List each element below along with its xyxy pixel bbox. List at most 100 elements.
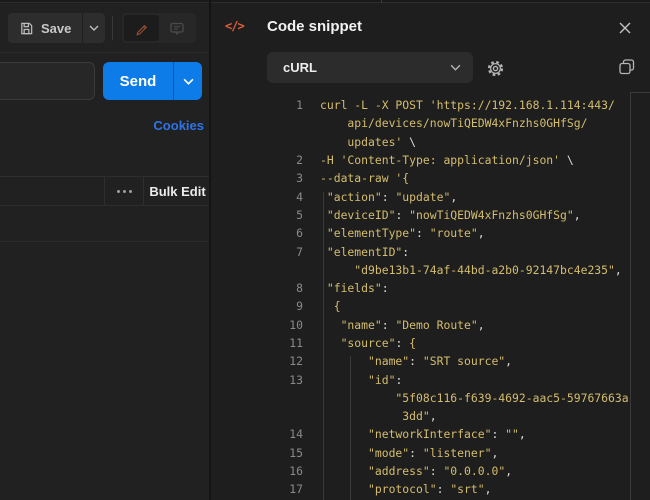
code-editor[interactable]: 1 curl -L -X POST 'https://192.168.1.114:… [211,96,650,500]
comment-icon [169,21,185,36]
code-row: 16 "address": "0.0.0.0", [211,462,650,480]
code-row: 5 "deviceID": "nowTiQEDW4xFnzhs0GHfSg", [211,206,650,224]
code-row: 7 "elementID": [211,242,650,260]
code-line: curl -L -X POST 'https://192.168.1.114:4… [320,98,615,112]
copy-icon [618,58,636,76]
gear-icon [486,59,505,78]
code-row: 10 "name": "Demo Route", [211,316,650,334]
panel-title: Code snippet [267,18,362,35]
line-number: 1 [211,98,303,112]
line-number: 16 [211,464,303,478]
request-panel: Save [0,4,210,500]
more-options-icon [123,190,126,193]
pencil-icon [134,21,149,36]
line-number: 15 [211,446,303,460]
line-number: 10 [211,318,303,332]
code-line: "source": { [320,336,416,350]
code-row: 8 "fields": [211,279,650,297]
indent-guide [323,192,324,500]
chevron-down-icon [450,64,461,71]
code-row: 2 -H 'Content-Type: application/json' \ [211,151,650,169]
code-row: 1 curl -L -X POST 'https://192.168.1.114:… [211,96,650,114]
code-row: 14 "networkInterface": "", [211,425,650,443]
line-number: 4 [211,190,303,204]
code-row: 17 "protocol": "srt", [211,480,650,498]
line-number: 6 [211,226,303,240]
comment-toggle-button[interactable] [159,15,194,41]
send-split-button: Send [103,62,202,100]
snippet-settings-button[interactable] [483,56,507,80]
window-top-strip [0,0,650,3]
edit-toggle-button[interactable] [124,15,159,41]
bulk-edit-button[interactable]: Bulk Edit [144,177,211,205]
code-line: "address": "0.0.0.0", [320,464,512,478]
code-line: "protocol": "srt", [320,482,491,496]
scrollbar-thumb-edge [630,92,650,93]
request-toolbar: Save [0,4,210,53]
code-row: 12 "name": "SRT source", [211,352,650,370]
code-line: "d9be13b1-74af-44bd-a2b0-92147bc4e235", [320,263,622,277]
indent-guide [350,356,351,500]
line-number: 3 [211,171,303,185]
url-input[interactable] [0,62,95,100]
code-row: 13 "id": [211,370,650,388]
save-button[interactable]: Save [8,13,82,43]
code-line: updates' \ [320,135,416,149]
save-dropdown-button[interactable] [82,13,105,43]
send-button[interactable]: Send [103,62,173,100]
code-line: 3dd", [320,409,437,423]
line-number: 11 [211,336,303,350]
more-options-button[interactable] [104,177,144,205]
code-line: "id": [320,373,402,387]
close-icon [618,21,632,35]
code-row: 15 "mode": "listener", [211,444,650,462]
code-snippet-icon: </> [225,19,244,33]
close-button[interactable] [613,16,637,40]
save-split-button: Save [8,13,105,43]
line-number: 14 [211,427,303,441]
code-line: "mode": "listener", [320,446,498,460]
headers-actions-row: Bulk Edit [0,176,211,206]
more-options-icon [129,190,132,193]
code-snippet-panel: </> Code snippet cURL [211,4,650,500]
language-dropdown-value: cURL [283,60,450,75]
language-dropdown[interactable]: cURL [267,52,473,83]
headers-row-spacer [0,177,104,205]
code-line: "name": "Demo Route", [320,318,485,332]
code-row: 11 "source": { [211,334,650,352]
cookies-link[interactable]: Cookies [120,118,204,133]
line-number: 12 [211,354,303,368]
chevron-down-icon [183,78,194,85]
code-row: updates' \ [211,133,650,151]
code-line: "5f08c116-f639-4692-aac5-59767663a [320,391,629,405]
chevron-down-icon [89,25,99,31]
code-line: -H 'Content-Type: application/json' \ [320,153,574,167]
line-number: 5 [211,208,303,222]
send-button-label: Send [120,73,157,90]
code-rows: 1 curl -L -X POST 'https://192.168.1.114:… [211,96,650,499]
more-options-icon [117,190,120,193]
code-row: 9 { [211,297,650,315]
code-line: api/devices/nowTiQEDW4xFnzhs0GHfSg/ [320,116,587,130]
scrollbar[interactable] [630,92,631,500]
line-number: 13 [211,373,303,387]
code-line: "fields": [320,281,389,295]
save-button-label: Save [41,21,71,36]
send-dropdown-button[interactable] [173,62,202,100]
code-row: api/devices/nowTiQEDW4xFnzhs0GHfSg/ [211,114,650,132]
code-row: "d9be13b1-74af-44bd-a2b0-92147bc4e235", [211,261,650,279]
app-window: Save [0,0,650,500]
code-row: "5f08c116-f639-4692-aac5-59767663a [211,389,650,407]
line-number: 7 [211,245,303,259]
code-row: 6 "elementType": "route", [211,224,650,242]
code-line: "name": "SRT source", [320,354,512,368]
line-number: 2 [211,153,303,167]
toolbar-divider [112,16,113,40]
line-number: 17 [211,482,303,496]
save-icon [19,21,34,36]
copy-code-button[interactable] [615,55,639,79]
code-line: "action": "update", [320,190,457,204]
table-row-divider [0,241,211,242]
bulk-edit-label: Bulk Edit [149,184,205,199]
code-line: "deviceID": "nowTiQEDW4xFnzhs0GHfSg", [320,208,581,222]
